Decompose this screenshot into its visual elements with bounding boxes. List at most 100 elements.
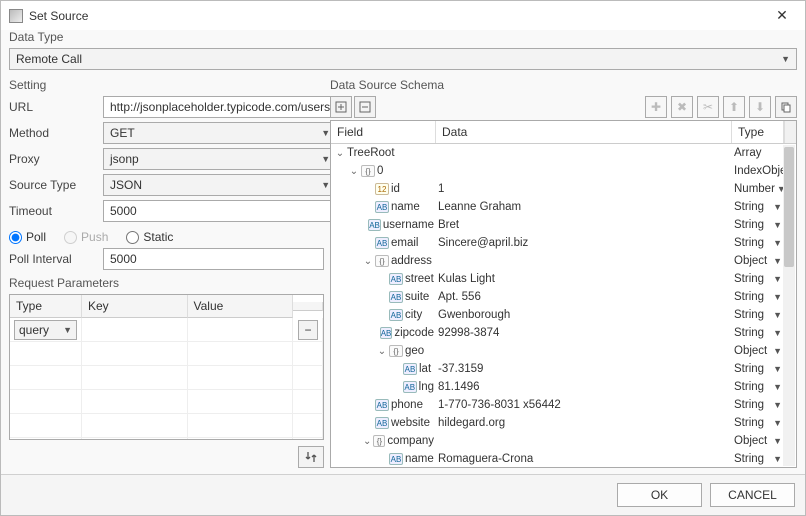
field-data: Apt. 556: [436, 291, 732, 303]
param-value-cell[interactable]: [188, 318, 294, 342]
tree-row[interactable]: 12 id 1 Number ▼: [331, 180, 796, 198]
string-type-icon: AB: [403, 381, 417, 393]
field-type: String: [734, 219, 764, 231]
hcol-type[interactable]: Type: [732, 121, 784, 143]
field-type: String: [734, 381, 764, 393]
object-type-icon: {}: [389, 345, 403, 357]
copy-schema-button[interactable]: [775, 96, 797, 118]
expander-icon[interactable]: ⌄: [377, 346, 387, 357]
object-type-icon: {}: [375, 255, 389, 267]
field-name: address: [391, 255, 432, 267]
tree-row[interactable]: AB username Bret String ▼: [331, 216, 796, 234]
poll-interval-input[interactable]: 5000: [103, 248, 324, 270]
col-key[interactable]: Key: [82, 295, 188, 318]
field-name: zipcode: [394, 327, 434, 339]
field-data: Sincere@april.biz: [436, 237, 732, 249]
add-node-button[interactable]: ✚: [645, 96, 667, 118]
string-type-icon: AB: [380, 327, 393, 339]
timeout-label: Timeout: [9, 204, 99, 218]
expand-all-button[interactable]: [330, 96, 352, 118]
expander-icon[interactable]: ⌄: [363, 256, 373, 267]
param-key-cell[interactable]: [82, 318, 188, 342]
close-icon[interactable]: ✕: [767, 7, 797, 24]
method-select[interactable]: GET▼: [103, 122, 337, 144]
tree-row[interactable]: AB name Leanne Graham String ▼: [331, 198, 796, 216]
tree-row[interactable]: AB street Kulas Light String ▼: [331, 270, 796, 288]
scrollbar-thumb[interactable]: [784, 147, 794, 267]
proxy-select[interactable]: jsonp▼: [103, 148, 337, 170]
field-type: String: [734, 453, 764, 465]
field-data: Romaguera-Crona: [436, 453, 732, 465]
field-type: Object: [734, 435, 767, 447]
url-label: URL: [9, 100, 99, 114]
field-data: 81.1496: [436, 381, 732, 393]
field-data: Gwenborough: [436, 309, 732, 321]
push-radio-label: Push: [81, 230, 108, 244]
field-type: IndexObject: [734, 165, 784, 177]
move-down-button[interactable]: ⬇: [749, 96, 771, 118]
tree-row[interactable]: AB website hildegard.org String ▼: [331, 414, 796, 432]
remove-param-button[interactable]: −: [298, 320, 318, 340]
object-type-icon: {}: [373, 435, 385, 447]
sourcetype-select[interactable]: JSON▼: [103, 174, 337, 196]
collapse-all-button[interactable]: [354, 96, 376, 118]
hcol-field[interactable]: Field: [331, 121, 436, 143]
move-up-button[interactable]: ⬆: [723, 96, 745, 118]
field-name: id: [391, 183, 400, 195]
expander-icon[interactable]: ⌄: [349, 166, 359, 177]
string-type-icon: AB: [403, 363, 417, 375]
param-row-empty: [10, 390, 323, 414]
tree-row[interactable]: AB lat -37.3159 String ▼: [331, 360, 796, 378]
expander-icon[interactable]: ⌄: [335, 148, 345, 159]
string-type-icon: AB: [375, 417, 389, 429]
string-type-icon: AB: [375, 399, 389, 411]
url-value: http://jsonplaceholder.typicode.com/user…: [110, 100, 330, 114]
tree-row[interactable]: ⌄{} 0 IndexObject: [331, 162, 796, 180]
object-type-icon: {}: [361, 165, 375, 177]
url-input[interactable]: http://jsonplaceholder.typicode.com/user…: [103, 96, 337, 118]
proxy-value: jsonp: [110, 152, 139, 166]
tree-row[interactable]: ⌄ TreeRoot Array: [331, 144, 796, 162]
static-radio[interactable]: Static: [126, 230, 173, 244]
field-type: String: [734, 399, 764, 411]
hcol-data[interactable]: Data: [436, 121, 732, 143]
static-radio-label: Static: [143, 230, 173, 244]
field-name: city: [405, 309, 422, 321]
timeout-input[interactable]: 5000: [103, 200, 337, 222]
tree-row[interactable]: AB lng 81.1496 String ▼: [331, 378, 796, 396]
param-row-empty: [10, 342, 323, 366]
vertical-scrollbar[interactable]: [783, 145, 795, 466]
tree-row[interactable]: AB phone 1-770-736-8031 x56442 String ▼: [331, 396, 796, 414]
tree-row[interactable]: ⌄{} geo Object ▼: [331, 342, 796, 360]
expander-icon[interactable]: ⌄: [363, 436, 371, 447]
cancel-button[interactable]: CANCEL: [710, 483, 795, 507]
tree-row[interactable]: AB suite Apt. 556 String ▼: [331, 288, 796, 306]
number-type-icon: 12: [375, 183, 389, 195]
col-value[interactable]: Value: [188, 295, 294, 318]
ok-button[interactable]: OK: [617, 483, 702, 507]
field-data: Kulas Light: [436, 273, 732, 285]
window-title: Set Source: [29, 9, 767, 23]
tree-row[interactable]: AB zipcode 92998-3874 String ▼: [331, 324, 796, 342]
datatype-dropdown[interactable]: Remote Call ▼: [9, 48, 797, 70]
tree-row[interactable]: AB name Romaguera-Crona String ▼: [331, 450, 796, 467]
string-type-icon: AB: [375, 201, 389, 213]
swap-button[interactable]: [298, 446, 324, 468]
cut-node-button[interactable]: ✂: [697, 96, 719, 118]
tree-row[interactable]: AB email Sincere@april.biz String ▼: [331, 234, 796, 252]
chevron-down-icon: ▼: [321, 180, 330, 190]
tree-row[interactable]: AB city Gwenborough String ▼: [331, 306, 796, 324]
param-row: query▼ −: [10, 318, 323, 342]
field-name: username: [383, 219, 434, 231]
col-type[interactable]: Type: [10, 295, 82, 318]
datatype-label: Data Type: [9, 30, 797, 44]
tree-row[interactable]: ⌄{} address Object ▼: [331, 252, 796, 270]
poll-radio[interactable]: Poll: [9, 230, 46, 244]
field-type: Object: [734, 345, 767, 357]
push-radio[interactable]: Push: [64, 230, 108, 244]
delete-node-button[interactable]: ✖: [671, 96, 693, 118]
field-name: lat: [419, 363, 431, 375]
field-type: String: [734, 417, 764, 429]
param-type-select[interactable]: query▼: [14, 320, 77, 340]
tree-row[interactable]: ⌄{} company Object ▼: [331, 432, 796, 450]
